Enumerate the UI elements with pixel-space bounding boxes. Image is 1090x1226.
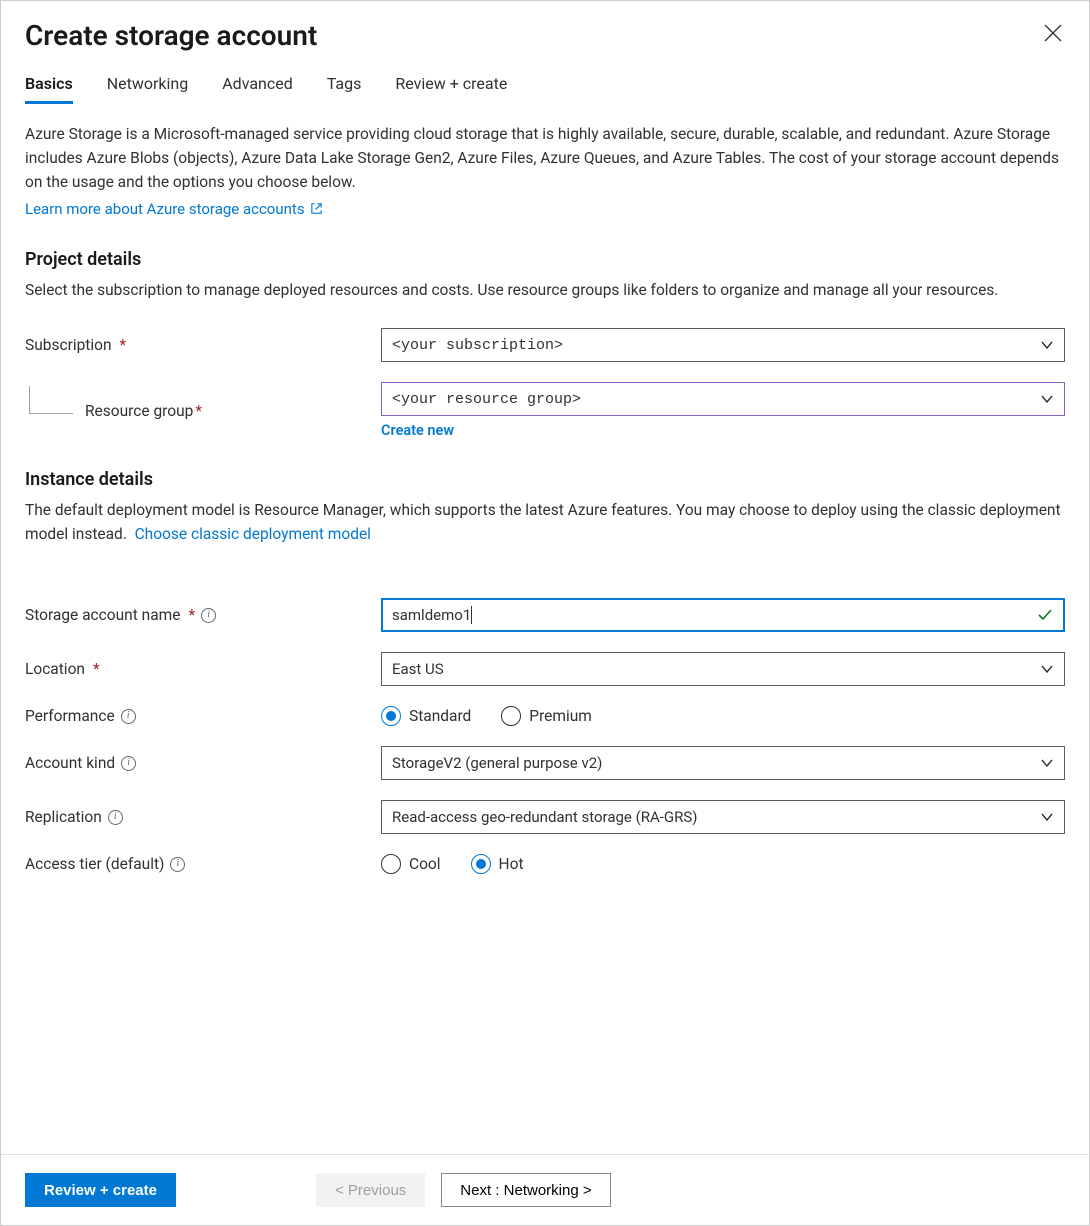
tab-advanced[interactable]: Advanced: [222, 74, 293, 104]
external-link-icon: [310, 201, 323, 219]
chevron-down-icon: [1040, 810, 1054, 824]
subscription-value: <your subscription>: [392, 337, 563, 354]
tree-connector: [29, 386, 73, 414]
location-label: Location: [25, 660, 85, 678]
resource-group-value: <your resource group>: [392, 391, 581, 408]
performance-premium-radio[interactable]: Premium: [501, 706, 592, 726]
access-tier-cool-label: Cool: [409, 855, 441, 873]
performance-label: Performance: [25, 707, 115, 725]
radio-icon: [381, 854, 401, 874]
info-icon[interactable]: i: [170, 857, 185, 872]
performance-standard-radio[interactable]: Standard: [381, 706, 471, 726]
info-icon[interactable]: i: [121, 709, 136, 724]
required-indicator: *: [195, 402, 202, 420]
resource-group-select[interactable]: <your resource group>: [381, 382, 1065, 416]
tab-bar: Basics Networking Advanced Tags Review +…: [25, 74, 1065, 104]
performance-radio-group: Standard Premium: [381, 706, 1065, 726]
chevron-down-icon: [1040, 338, 1054, 352]
replication-select[interactable]: Read-access geo-redundant storage (RA-GR…: [381, 800, 1065, 834]
access-tier-radio-group: Cool Hot: [381, 854, 1065, 874]
footer-bar: Review + create < Previous Next : Networ…: [1, 1154, 1089, 1225]
previous-button: < Previous: [316, 1173, 425, 1207]
chevron-down-icon: [1040, 392, 1054, 406]
close-icon: [1044, 24, 1062, 42]
review-create-button[interactable]: Review + create: [25, 1173, 176, 1207]
storage-account-name-label: Storage account name: [25, 606, 180, 624]
subscription-select[interactable]: <your subscription>: [381, 328, 1065, 362]
location-select[interactable]: East US: [381, 652, 1065, 686]
tab-networking[interactable]: Networking: [107, 74, 189, 104]
intro-text: Azure Storage is a Microsoft-managed ser…: [25, 122, 1065, 194]
replication-label: Replication: [25, 808, 102, 826]
classic-deployment-link[interactable]: Choose classic deployment model: [135, 525, 371, 543]
access-tier-label: Access tier (default): [25, 855, 164, 873]
next-button[interactable]: Next : Networking >: [441, 1173, 610, 1207]
close-button[interactable]: [1041, 21, 1065, 45]
checkmark-icon: [1037, 607, 1053, 623]
access-tier-hot-radio[interactable]: Hot: [471, 854, 524, 874]
account-kind-value: StorageV2 (general purpose v2): [392, 754, 602, 772]
account-kind-label: Account kind: [25, 754, 115, 772]
create-new-link[interactable]: Create new: [381, 422, 1065, 439]
tab-basics[interactable]: Basics: [25, 74, 73, 104]
tab-review[interactable]: Review + create: [395, 74, 507, 104]
required-indicator: *: [188, 606, 195, 624]
replication-value: Read-access geo-redundant storage (RA-GR…: [392, 808, 698, 826]
instance-details-heading: Instance details: [25, 469, 1065, 490]
project-details-desc: Select the subscription to manage deploy…: [25, 278, 1065, 302]
required-indicator: *: [120, 336, 127, 354]
info-icon[interactable]: i: [121, 756, 136, 771]
radio-icon: [501, 706, 521, 726]
required-indicator: *: [93, 660, 100, 678]
learn-more-link[interactable]: Learn more about Azure storage accounts: [25, 200, 305, 218]
info-icon[interactable]: i: [108, 810, 123, 825]
account-kind-select[interactable]: StorageV2 (general purpose v2): [381, 746, 1065, 780]
text-cursor: [471, 606, 472, 624]
performance-premium-label: Premium: [529, 707, 592, 725]
instance-details-desc: The default deployment model is Resource…: [25, 498, 1065, 546]
resource-group-label: Resource group: [85, 402, 193, 420]
radio-icon: [471, 854, 491, 874]
chevron-down-icon: [1040, 756, 1054, 770]
info-icon[interactable]: i: [201, 608, 216, 623]
location-value: East US: [392, 660, 444, 678]
tab-tags[interactable]: Tags: [327, 74, 362, 104]
radio-icon: [381, 706, 401, 726]
project-details-heading: Project details: [25, 249, 1065, 270]
chevron-down-icon: [1040, 662, 1054, 676]
access-tier-cool-radio[interactable]: Cool: [381, 854, 441, 874]
subscription-label: Subscription: [25, 336, 112, 354]
access-tier-hot-label: Hot: [499, 855, 524, 873]
storage-account-name-input[interactable]: samldemo1: [381, 598, 1065, 632]
page-title: Create storage account: [25, 19, 317, 52]
performance-standard-label: Standard: [409, 707, 471, 725]
storage-account-name-value: samldemo1: [392, 606, 471, 624]
